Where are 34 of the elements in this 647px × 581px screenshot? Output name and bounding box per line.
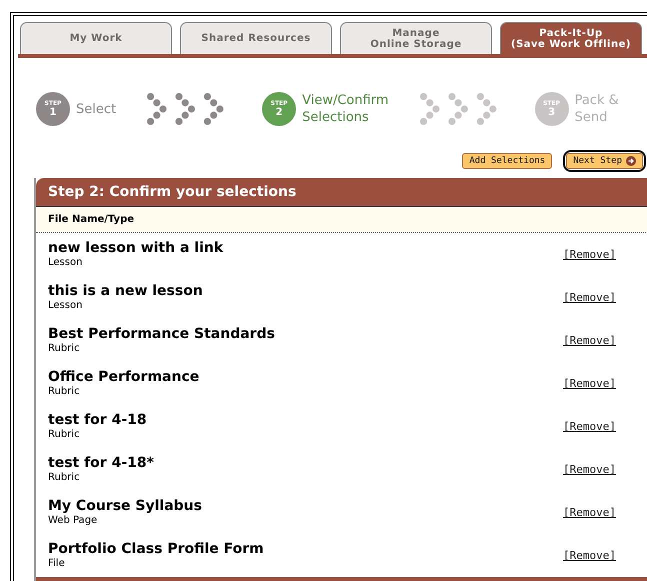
file-type: File (48, 558, 66, 570)
file-name: test for 4-18* (48, 455, 155, 472)
remove-link[interactable]: [Remove] (563, 291, 616, 304)
next-step-button[interactable]: Next Step (563, 150, 646, 172)
remove-link[interactable]: [Remove] (563, 377, 616, 390)
panel-title: Step 2: Confirm your selections (36, 178, 647, 207)
remove-link[interactable]: [Remove] (563, 463, 616, 476)
remove-link[interactable]: [Remove] (563, 420, 616, 433)
file-name: this is a new lesson (48, 283, 204, 300)
remove-link[interactable]: [Remove] (563, 549, 616, 562)
file-name: new lesson with a link (48, 240, 224, 257)
file-name: My Course Syllabus (48, 498, 203, 515)
tab[interactable]: Manage Online Storage (340, 22, 492, 54)
file-type: Rubric (48, 472, 81, 484)
tab[interactable]: My Work (20, 22, 172, 54)
file-name: test for 4-18 (48, 412, 148, 429)
file-name: Portfolio Class Profile Form (48, 541, 265, 558)
file-type: Rubric (48, 429, 81, 441)
file-type: Rubric (48, 386, 81, 398)
step-label: Pack & Send (574, 92, 619, 126)
tab[interactable]: Pack-It-Up (Save Work Offline) (500, 22, 642, 54)
file-type: Web Page (48, 515, 98, 527)
file-type: Rubric (48, 343, 81, 355)
remove-link[interactable]: [Remove] (563, 506, 616, 519)
file-type: Lesson (48, 300, 84, 312)
remove-link[interactable]: [Remove] (563, 248, 616, 261)
tab[interactable]: Shared Resources (180, 22, 332, 54)
column-header: File Name/Type (36, 207, 647, 233)
file-name: Best Performance Standards (48, 326, 276, 343)
file-type: Lesson (48, 257, 84, 269)
step-label: Select (76, 100, 116, 118)
remove-link[interactable]: [Remove] (563, 334, 616, 347)
step-label: View/Confirm Selections (302, 92, 389, 126)
file-name: Office Performance (48, 369, 200, 386)
